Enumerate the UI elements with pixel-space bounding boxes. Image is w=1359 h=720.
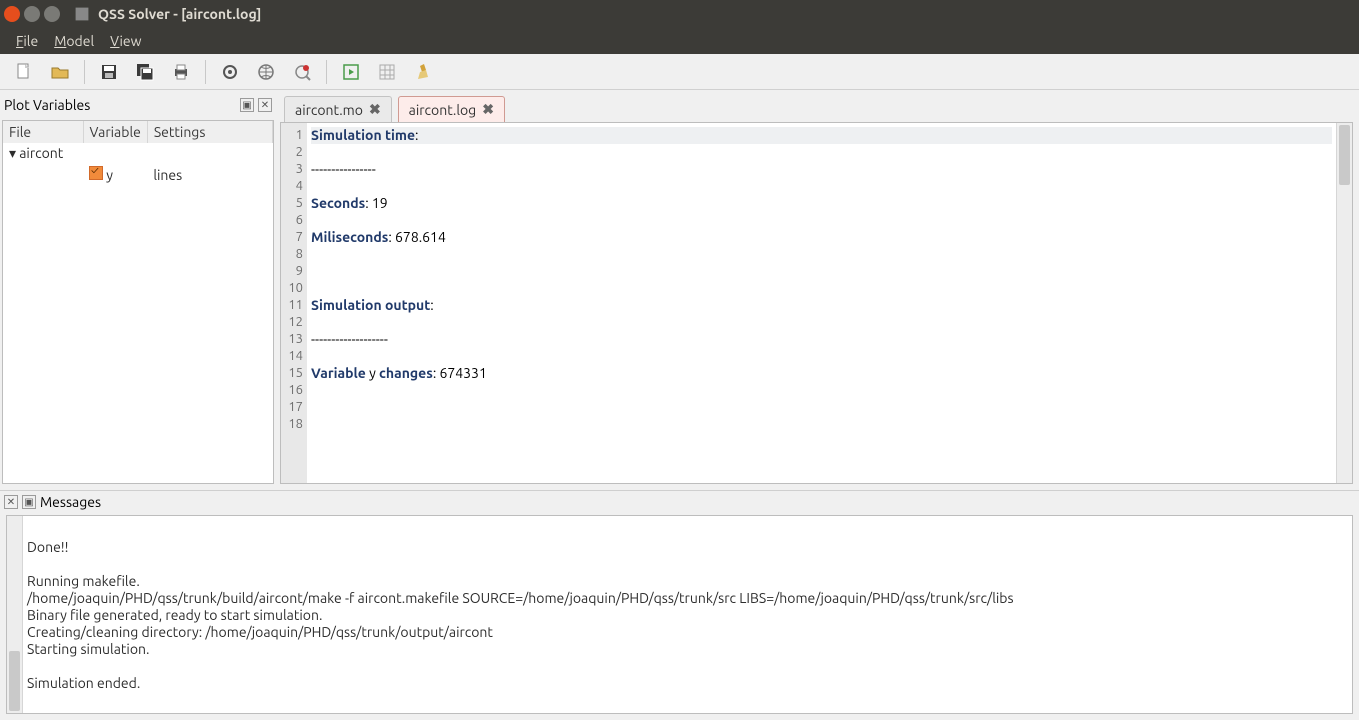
tab-label: aircont.mo (295, 102, 363, 118)
line-gutter: 123456789101112131415161718 (281, 123, 307, 483)
editor-scrollbar[interactable] (1336, 123, 1352, 483)
tab-aircont-mo[interactable]: aircont.mo ✖ (284, 96, 392, 122)
toolbar-separator (205, 60, 206, 84)
open-button[interactable] (46, 58, 74, 86)
app-icon (74, 6, 90, 22)
close-tab-icon[interactable]: ✖ (369, 101, 381, 118)
messages-panel: ✕ ▣ Messages Done!! Running makefile./ho… (0, 490, 1359, 720)
settings-button[interactable] (216, 58, 244, 86)
save-button[interactable] (95, 58, 123, 86)
new-button[interactable] (10, 58, 38, 86)
grid-button[interactable] (373, 58, 401, 86)
var-name: y (106, 167, 113, 183)
col-settings[interactable]: Settings (147, 121, 272, 143)
tab-label: aircont.log (409, 102, 477, 118)
panel-float-icon[interactable]: ▣ (22, 495, 36, 509)
menu-file[interactable]: File (8, 31, 46, 51)
col-file[interactable]: File (3, 121, 83, 143)
tab-aircont-log[interactable]: aircont.log ✖ (398, 96, 505, 122)
debug-button[interactable] (288, 58, 316, 86)
close-icon[interactable] (4, 6, 20, 22)
panel-close-icon[interactable]: ✕ (258, 98, 272, 112)
tree-root-label: aircont (19, 145, 63, 161)
menu-view[interactable]: View (102, 31, 149, 51)
toolbar (0, 54, 1359, 90)
save-all-button[interactable] (131, 58, 159, 86)
globe-button[interactable] (252, 58, 280, 86)
window-title: QSS Solver - [aircont.log] (98, 6, 261, 22)
plot-variables-tree[interactable]: File Variable Settings ▾ aircont y lines (2, 120, 274, 484)
run-button[interactable] (337, 58, 365, 86)
maximize-icon[interactable] (44, 6, 60, 22)
panel-close-icon[interactable]: ✕ (4, 495, 18, 509)
print-button[interactable] (167, 58, 195, 86)
plot-variables-title: Plot Variables (4, 97, 90, 113)
menubar: File Model View (0, 28, 1359, 54)
clean-button[interactable] (409, 58, 437, 86)
code-editor[interactable]: 123456789101112131415161718 Simulation t… (280, 122, 1353, 484)
messages-title: Messages (40, 494, 101, 510)
messages-scrollbar[interactable] (7, 516, 23, 713)
panel-float-icon[interactable]: ▣ (240, 98, 254, 112)
var-settings: lines (147, 164, 272, 185)
toolbar-separator (84, 60, 85, 84)
tree-root-row[interactable]: ▾ aircont (3, 143, 273, 164)
main-area: Plot Variables ▣ ✕ File Variable Setting… (0, 90, 1359, 490)
col-variable[interactable]: Variable (83, 121, 147, 143)
toolbar-separator (326, 60, 327, 84)
checkbox-icon[interactable] (89, 166, 103, 180)
close-tab-icon[interactable]: ✖ (482, 101, 494, 118)
tree-var-row[interactable]: y lines (3, 164, 273, 185)
code-content[interactable]: Simulation time:----------------Seconds:… (307, 123, 1336, 483)
editor-area: aircont.mo ✖ aircont.log ✖ 1234567891011… (280, 90, 1359, 490)
menu-model[interactable]: Model (46, 31, 102, 51)
minimize-icon[interactable] (24, 6, 40, 22)
messages-text[interactable]: Done!! Running makefile./home/joaquin/PH… (23, 516, 1352, 713)
titlebar: QSS Solver - [aircont.log] (0, 0, 1359, 28)
editor-tabs: aircont.mo ✖ aircont.log ✖ (280, 94, 1353, 122)
plot-variables-panel: Plot Variables ▣ ✕ File Variable Setting… (0, 90, 280, 490)
